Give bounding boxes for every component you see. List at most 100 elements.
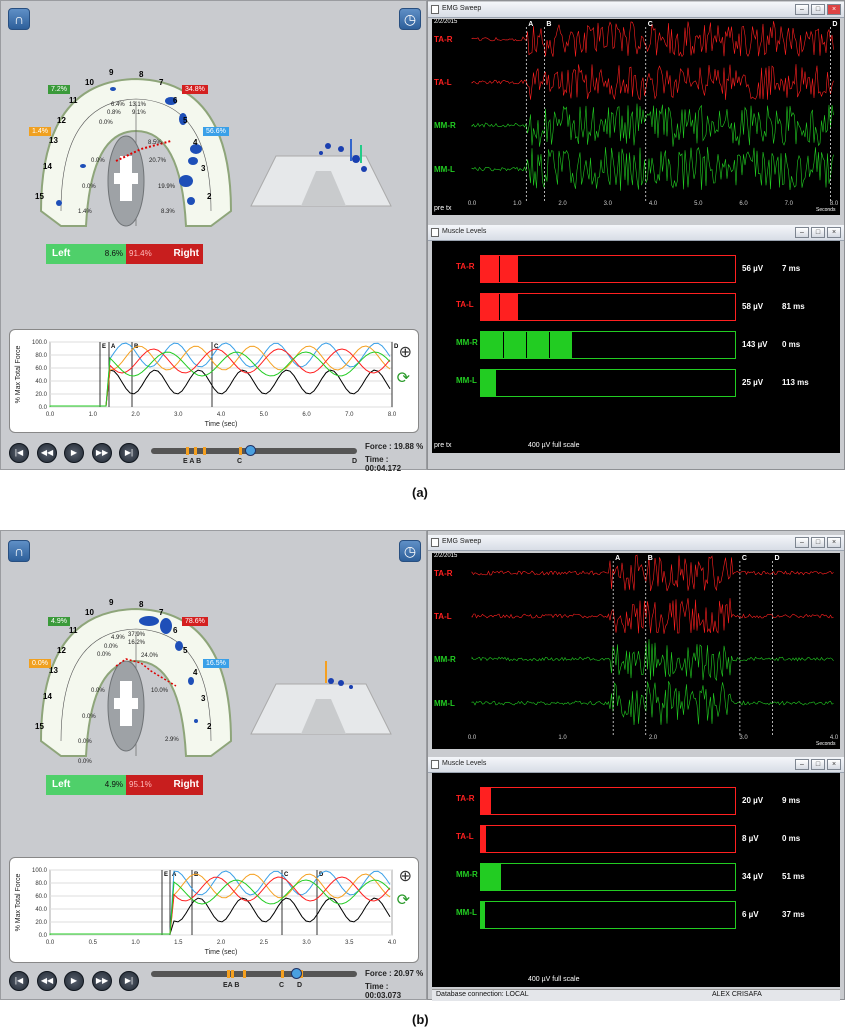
svg-text:3: 3 <box>201 164 206 173</box>
muscle-label: MM-R <box>456 870 478 879</box>
fast-forward-button[interactable]: ▶▶ <box>92 443 112 463</box>
emg-sweep-title: EMG Sweep <box>442 5 481 12</box>
left-value: 4.9% <box>105 780 123 789</box>
badge-top-left: 7.2% <box>48 85 70 94</box>
emg-trace <box>472 64 834 100</box>
y-tick-label: 80.0 <box>35 881 47 887</box>
caption-a: (a) <box>412 485 428 500</box>
arch-value: 0.0% <box>78 759 92 765</box>
emg-window: EMG Sweep – □ × TA-R TA-L MM-R MM-L A B C D 0.0 1.0… <box>427 530 845 1000</box>
arch-value: 4.9% <box>111 635 125 641</box>
x-tick-label: 1.0 <box>131 940 140 946</box>
levels-full-scale: 400 µV full scale <box>528 442 580 449</box>
sweep-x-tick: 2.0 <box>558 201 567 207</box>
minimize-button[interactable]: – <box>795 4 809 15</box>
muscle-levels-title: Muscle Levels <box>442 228 486 235</box>
timeline-thumb[interactable] <box>245 445 256 456</box>
x-tick-label: 4.0 <box>217 412 226 418</box>
muscle-level-bar <box>480 293 736 321</box>
force-readout: Force : 19.88 % <box>365 442 423 451</box>
timeline-marker <box>194 447 197 455</box>
restore-button[interactable]: □ <box>811 537 825 548</box>
y-tick-label: 40.0 <box>35 907 47 913</box>
skip-start-button[interactable]: |◀ <box>9 443 29 463</box>
svg-text:4: 4 <box>193 138 198 147</box>
skip-end-button[interactable]: ▶| <box>119 443 139 463</box>
arch-icon: ∩ <box>14 11 24 27</box>
channel-label: MM-R <box>434 655 456 664</box>
x-tick-label: 3.5 <box>345 940 354 946</box>
arch-value: 0.8% <box>107 110 121 116</box>
sweep-date: 2/2/2015 <box>434 553 457 559</box>
close-button[interactable]: × <box>827 4 841 15</box>
time-readout: Time : 00:04.172 <box>365 455 426 473</box>
rewind-button[interactable]: ◀◀ <box>37 443 57 463</box>
zoom-button[interactable]: ⊕ <box>399 342 412 362</box>
window-icon <box>431 228 439 237</box>
muscle-level-fill <box>481 294 499 320</box>
clock-button[interactable]: ◷ <box>399 8 421 30</box>
badge-mid-right: 56.6% <box>203 127 229 136</box>
svg-text:13: 13 <box>49 136 58 145</box>
left-label: Left <box>52 248 70 259</box>
minimize-button[interactable]: – <box>795 759 809 770</box>
muscle-levels-titlebar: Muscle Levels – □ × <box>428 757 844 773</box>
channel-label: TA-R <box>434 569 453 578</box>
muscle-ms: 0 ms <box>782 834 800 843</box>
muscle-level-bar <box>480 331 736 359</box>
x-tick-label: 0.0 <box>46 940 55 946</box>
sweep-x-tick: 0.0 <box>468 735 477 741</box>
arch-value: 10.0% <box>151 688 168 694</box>
svg-text:15: 15 <box>35 722 44 731</box>
status-db: Database connection: LOCAL <box>436 991 529 998</box>
zoom-button[interactable]: ⊕ <box>399 866 412 886</box>
skip-end-button[interactable]: ▶| <box>119 971 139 991</box>
arch-value: 16.2% <box>128 640 145 646</box>
refresh-button[interactable]: ⟳ <box>397 368 410 388</box>
timeline-slider[interactable] <box>151 448 357 454</box>
close-button[interactable]: × <box>827 227 841 238</box>
timeline-slider[interactable] <box>151 971 357 977</box>
rewind-button[interactable]: ◀◀ <box>37 971 57 991</box>
close-button[interactable]: × <box>827 537 841 548</box>
muscle-uv: 34 µV <box>742 872 763 881</box>
arch-value: 0.0% <box>99 120 113 126</box>
timeline-marker <box>227 970 230 978</box>
muscle-level-bar <box>480 825 736 853</box>
restore-button[interactable]: □ <box>811 759 825 770</box>
emg-sweep-area: TA-R TA-L MM-R MM-L A B C D 0.0 1.0 2.0 3.0 4.0 5.0 6.… <box>432 19 840 215</box>
sweep-date: 2/2/2015 <box>434 19 457 25</box>
timeline-thumb[interactable] <box>291 968 302 979</box>
play-button[interactable]: ▶ <box>64 443 84 463</box>
clock-button[interactable]: ◷ <box>399 540 421 562</box>
close-button[interactable]: × <box>827 759 841 770</box>
force-plot-panel: 100.0 80.0 60.0 40.0 20.0 0.0 0.0 0.5 1.0 1.5 2.0 2… <box>9 857 419 963</box>
restore-button[interactable]: □ <box>811 4 825 15</box>
sweep-marker-label: C <box>648 21 653 28</box>
play-button[interactable]: ▶ <box>64 971 84 991</box>
sweep-marker-label: B <box>648 555 653 562</box>
timeline-marker <box>186 447 189 455</box>
x-tick-label: 2.0 <box>131 412 140 418</box>
skip-start-button[interactable]: |◀ <box>9 971 29 991</box>
window-icon <box>431 5 439 14</box>
muscle-level-fill <box>481 370 496 396</box>
arch-view-button[interactable]: ∩ <box>8 540 30 562</box>
minimize-button[interactable]: – <box>795 227 809 238</box>
restore-button[interactable]: □ <box>811 227 825 238</box>
force-time-chart: 100.080.060.040.020.00.00.0 0.5 1.0 1.5 2.0 2… <box>12 860 402 960</box>
y-axis-label: % Max Total Force <box>15 345 22 403</box>
arch-value: 24.0% <box>141 653 158 659</box>
arch-view-button[interactable]: ∩ <box>8 8 30 30</box>
channel-label: TA-R <box>434 35 453 44</box>
svg-text:5: 5 <box>183 646 188 655</box>
muscle-label: MM-L <box>456 376 477 385</box>
minimize-button[interactable]: – <box>795 537 809 548</box>
sweep-xlabel: Seconds <box>816 741 835 747</box>
arch-value: 20.7% <box>149 158 166 164</box>
fast-forward-button[interactable]: ▶▶ <box>92 971 112 991</box>
refresh-button[interactable]: ⟳ <box>397 890 410 910</box>
levels-full-scale: 400 µV full scale <box>528 976 580 983</box>
svg-text:2: 2 <box>207 722 212 731</box>
muscle-level-fill <box>500 294 518 320</box>
